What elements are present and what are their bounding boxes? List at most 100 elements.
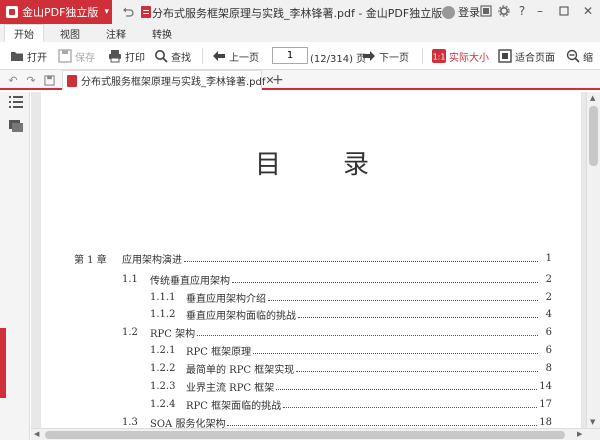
toc-page: 18: [539, 416, 552, 428]
toc-title: 垂直应用架构介绍: [186, 293, 266, 305]
toolbar-divider: [202, 48, 203, 64]
maximize-icon[interactable]: [556, 3, 572, 19]
toc-number: 1.2.3: [150, 380, 176, 392]
save-button[interactable]: 保存: [58, 48, 95, 64]
toc-leader: [268, 293, 538, 301]
scroll-down-icon[interactable]: ▼: [590, 418, 595, 426]
toc-row[interactable]: 1.1.2 垂直应用架构面临的挑战 4: [150, 307, 552, 322]
toc-number: 1.1: [122, 273, 138, 285]
toc-page: 4: [545, 308, 552, 320]
next-page-button[interactable]: 下一页: [362, 48, 409, 64]
save-icon: [58, 49, 72, 63]
find-button[interactable]: 查找: [154, 48, 191, 64]
scroll-left-icon[interactable]: ◀: [34, 430, 39, 438]
toc-row[interactable]: 1.2.4 RPC 框架面临的挑战 17: [150, 397, 552, 412]
document-tab-strip: ↶ ↷ 分布式服务框架原理与实践_李林锋著.pdf ✕ +: [0, 70, 600, 90]
window-title: 分布式服务框架原理与实践_李林锋著.pdf - 金山PDF独立版: [152, 7, 443, 20]
fit-page-label: 适合页面: [515, 52, 555, 64]
comment-icon[interactable]: [9, 120, 23, 132]
toc-number: 1.2: [122, 326, 138, 338]
app-menu-button[interactable]: 金山PDF独立版 ▾: [0, 0, 112, 24]
toc-page: 6: [545, 344, 552, 356]
toc-leader: [298, 310, 538, 318]
toc-row[interactable]: 1.1.1 垂直应用架构介绍 2: [150, 290, 552, 305]
zoom-button[interactable]: 缩: [566, 48, 593, 64]
login-button[interactable]: 登录: [442, 4, 480, 20]
actual-size-button[interactable]: 1:1 实际大小: [432, 48, 489, 64]
main-toolbar: 打开 保存 打印 查找 上一页 (12/314) 页 下一页 1:1: [0, 42, 600, 70]
toc-number: 1.2.1: [150, 344, 176, 356]
app-logo-icon: [6, 6, 18, 18]
close-window-icon[interactable]: ✕: [580, 3, 596, 19]
print-button[interactable]: 打印: [108, 48, 145, 64]
fit-page-button[interactable]: 适合页面: [498, 48, 555, 64]
toc-number: 1.3: [122, 416, 138, 428]
tab-convert[interactable]: 转换: [142, 24, 182, 42]
help-icon[interactable]: ?: [514, 3, 530, 19]
scroll-up-icon[interactable]: ▲: [590, 94, 595, 102]
add-tab-icon[interactable]: +: [272, 72, 284, 88]
toc-leader: [184, 254, 538, 262]
redo-icon[interactable]: ↷: [24, 73, 38, 87]
title-bar: 金山PDF独立版 ▾ 分布式服务框架原理与实践_李林锋著.pdf - 金山PDF…: [0, 0, 600, 24]
undo-icon[interactable]: [120, 4, 136, 20]
chevron-down-icon: ▾: [104, 7, 109, 17]
toc-page: 2: [545, 273, 552, 285]
actual-size-label: 实际大小: [449, 52, 489, 64]
document-tab[interactable]: 分布式服务框架原理与实践_李林锋著.pdf ✕: [62, 70, 275, 90]
toc-title: RPC 架构: [150, 328, 196, 340]
outline-icon[interactable]: [9, 96, 23, 108]
tab-annotate[interactable]: 注释: [96, 24, 136, 42]
arrow-left-icon: [212, 49, 226, 63]
settings-icon[interactable]: [496, 3, 512, 19]
toc-number: 1.2.4: [150, 398, 176, 410]
toc-row[interactable]: 1.2.2 最简单的 RPC 框架实现 8: [150, 361, 552, 376]
save-icon[interactable]: [42, 73, 56, 87]
scroll-right-icon[interactable]: ▶: [577, 430, 582, 438]
tab-view[interactable]: 视图: [50, 24, 90, 42]
page-number-input[interactable]: [272, 47, 308, 64]
minimize-icon[interactable]: –: [532, 3, 548, 19]
toc-number: 1.2.2: [150, 362, 176, 374]
open-button[interactable]: 打开: [10, 48, 47, 64]
toc-page: 8: [545, 362, 552, 374]
toc-page: 17: [539, 398, 552, 410]
undo-icon[interactable]: ↶: [6, 73, 20, 87]
toc-page: 6: [545, 326, 552, 338]
toc-leader: [227, 418, 538, 426]
pdf-file-icon: [67, 74, 77, 87]
skin-icon[interactable]: [478, 3, 494, 19]
horizontal-scrollbar[interactable]: ◀ ▶: [31, 428, 600, 440]
arrow-right-icon: [362, 49, 376, 63]
toc-leader: [197, 328, 538, 336]
toc-row[interactable]: 1.1 传统垂直应用架构 2: [122, 272, 552, 287]
prev-page-button[interactable]: 上一页: [212, 48, 259, 64]
panel-collapse-handle[interactable]: [0, 328, 6, 398]
toc-row[interactable]: 1.2 RPC 架构 6: [122, 325, 552, 340]
toc-row[interactable]: 1.2.1 RPC 框架原理 6: [150, 343, 552, 358]
toc-number: 1.1.2: [150, 308, 176, 320]
vertical-scrollbar[interactable]: ▲ ▼: [586, 92, 600, 428]
horizontal-scroll-thumb[interactable]: [45, 431, 565, 439]
toc-number: 1.1.1: [150, 291, 176, 303]
toc-leader: [296, 364, 538, 372]
find-label: 查找: [171, 52, 191, 64]
toc-title: 传统垂直应用架构: [150, 275, 230, 287]
tab-start[interactable]: 开始: [4, 24, 44, 42]
document-viewport[interactable]: 目录 第 1 章 应用架构演进 1 1.1 传统垂直应用架构 2 1.1.1 垂…: [31, 92, 586, 428]
toc-title: SOA 服务化架构: [150, 418, 226, 429]
toc-row[interactable]: 1.2.3 业界主流 RPC 框架 14: [150, 379, 552, 394]
toc-row[interactable]: 1.3 SOA 服务化架构 18: [122, 415, 552, 429]
left-side-panel: [0, 92, 30, 440]
next-page-label: 下一页: [379, 52, 409, 64]
toc-row[interactable]: 第 1 章 应用架构演进 1: [74, 251, 552, 266]
printer-icon: [108, 49, 122, 63]
svg-text:1:1: 1:1: [433, 53, 446, 62]
login-label: 登录: [458, 6, 480, 19]
fit-page-icon: [498, 49, 512, 63]
toc-title: 最简单的 RPC 框架实现: [186, 364, 295, 376]
toc-leader: [283, 400, 538, 408]
zoom-label: 缩: [583, 52, 593, 64]
vertical-scroll-thumb[interactable]: [589, 106, 598, 166]
toolbar-divider: [422, 48, 423, 64]
